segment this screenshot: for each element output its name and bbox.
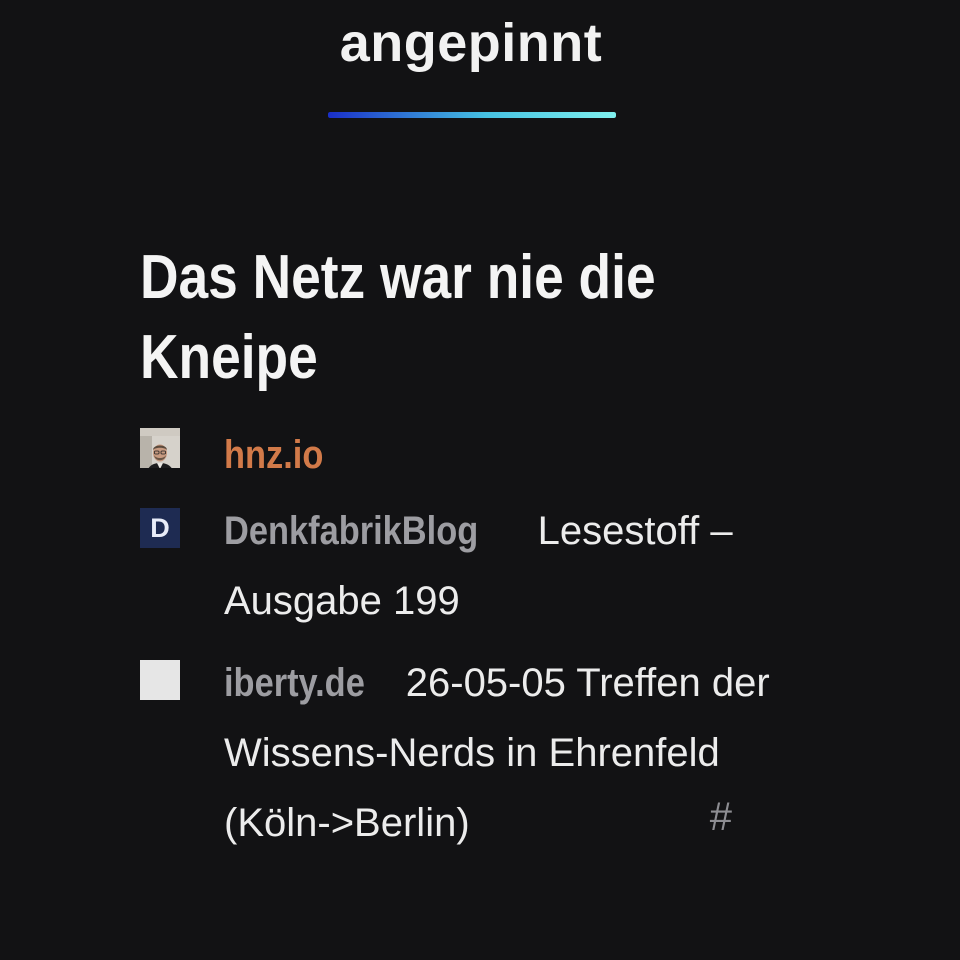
entry-source-link[interactable]: DenkfabrikBlog [224,496,478,566]
permalink-hash[interactable]: # [710,782,732,852]
pinned-entries-list: hnz.io D DenkfabrikBlog Lesestoff – Ausga… [140,420,780,858]
list-item: hnz.io [140,420,780,484]
avatar-photo-icon [140,428,180,468]
article-headline[interactable]: Das Netz war nie die Kneipe [140,238,690,398]
denkfabrik-d-icon: D [140,508,180,548]
title-underline [328,112,616,118]
list-item: iberty.de 26-05-05 Treffen der Wissens-Ne… [140,648,780,858]
list-item: D DenkfabrikBlog Lesestoff – Ausgabe 199 [140,496,780,636]
page-header: angepinnt [0,0,942,118]
entry-source-link[interactable]: iberty.de [224,648,365,718]
color-wheel-icon [140,660,180,700]
section-title: angepinnt [339,13,603,73]
entry-source-link[interactable]: hnz.io [224,420,323,490]
